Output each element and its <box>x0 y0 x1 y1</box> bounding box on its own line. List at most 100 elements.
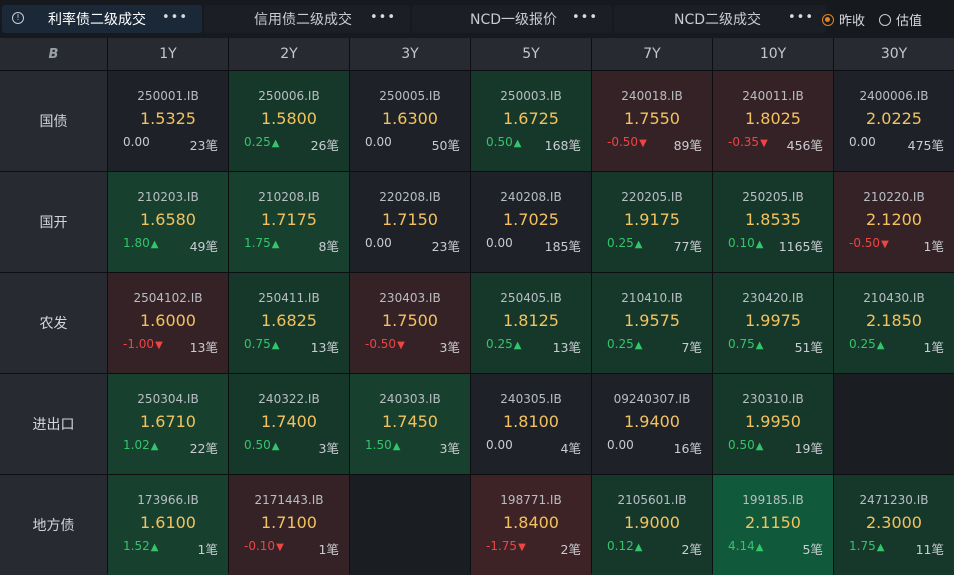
quote-cell[interactable]: 210220.IB 2.1200 -0.50▼ 1笔 <box>834 172 954 272</box>
quote-cell[interactable]: 240305.IB 1.8100 0.00 4笔 <box>471 374 591 474</box>
more-icon[interactable]: ••• <box>788 11 814 25</box>
quote-cell[interactable]: 240303.IB 1.7450 1.50▲ 3笔 <box>350 374 470 474</box>
change-text: -1.00 <box>123 337 155 351</box>
arrow-down-icon: ▼ <box>276 542 284 553</box>
quote-cell[interactable]: 250411.IB 1.6825 0.75▲ 13笔 <box>229 273 349 373</box>
yield-value: 1.6825 <box>261 311 317 330</box>
trade-count: 50笔 <box>431 138 460 153</box>
yield-value: 2.1150 <box>745 513 801 532</box>
yield-value: 1.6300 <box>382 109 438 128</box>
trade-count: 13笔 <box>310 340 339 355</box>
radio-valuation[interactable]: 估值 <box>879 10 922 29</box>
change-value: -1.75▼ <box>486 539 526 553</box>
trade-count: 11笔 <box>915 542 944 557</box>
quote-cell[interactable]: 2471230.IB 2.3000 1.75▲ 11笔 <box>834 475 954 575</box>
corner-cell: B <box>0 38 107 70</box>
quote-cell[interactable]: 230403.IB 1.7500 -0.50▼ 3笔 <box>350 273 470 373</box>
quote-cell[interactable]: 210410.IB 1.9575 0.25▲ 7笔 <box>592 273 712 373</box>
trade-count: 19笔 <box>794 441 823 456</box>
bond-code: 230403.IB <box>379 291 441 305</box>
change-text: -0.50 <box>849 236 881 250</box>
trade-count: 168笔 <box>544 138 581 153</box>
bond-code: 240305.IB <box>500 392 562 406</box>
yield-value: 1.8100 <box>503 412 559 431</box>
quote-cell[interactable]: 250405.IB 1.8125 0.25▲ 13笔 <box>471 273 591 373</box>
change-value: 0.00 <box>123 135 150 149</box>
arrow-up-icon: ▲ <box>150 441 159 452</box>
trade-count: 7笔 <box>681 340 702 355</box>
quote-cell[interactable]: 240011.IB 1.8025 -0.35▼ 456笔 <box>713 71 833 171</box>
bond-code: 230310.IB <box>742 392 804 406</box>
change-value: 1.75▲ <box>244 236 279 250</box>
quote-cell[interactable]: 220205.IB 1.9175 0.25▲ 77笔 <box>592 172 712 272</box>
radio-label: 昨收 <box>839 14 866 29</box>
trade-count: 1笔 <box>197 542 218 557</box>
arrow-up-icon: ▲ <box>271 441 280 452</box>
quote-cell[interactable]: 2400006.IB 2.0225 0.00 475笔 <box>834 71 954 171</box>
tab-bar: ! 利率债二级成交 ••• 信用债二级成交 ••• NCD一级报价 ••• NC… <box>0 0 954 38</box>
tab-label: 信用债二级成交 <box>254 12 352 28</box>
change-text: 0.10 <box>728 236 755 250</box>
yield-value: 1.5800 <box>261 109 317 128</box>
yield-value: 1.7100 <box>261 513 317 532</box>
quote-cell[interactable]: 2171443.IB 1.7100 -0.10▼ 1笔 <box>229 475 349 575</box>
quote-cell[interactable]: 198771.IB 1.8400 -1.75▼ 2笔 <box>471 475 591 575</box>
quote-cell[interactable]: 250003.IB 1.6725 0.50▲ 168笔 <box>471 71 591 171</box>
quote-cell[interactable]: 250006.IB 1.5800 0.25▲ 26笔 <box>229 71 349 171</box>
quote-cell[interactable]: 250304.IB 1.6710 1.02▲ 22笔 <box>108 374 228 474</box>
change-text: 0.00 <box>365 135 392 149</box>
bond-code: 198771.IB <box>500 493 562 507</box>
arrow-up-icon: ▲ <box>755 340 764 351</box>
quote-cell[interactable]: 230310.IB 1.9950 0.50▲ 19笔 <box>713 374 833 474</box>
quote-cell[interactable]: 240322.IB 1.7400 0.50▲ 3笔 <box>229 374 349 474</box>
yield-value: 1.9175 <box>624 210 680 229</box>
tab-ncd-secondary[interactable]: NCD二级成交 ••• <box>614 5 826 33</box>
bond-code: 2171443.IB <box>254 493 324 507</box>
empty-cell <box>350 475 470 575</box>
change-text: 0.50 <box>244 438 271 452</box>
quote-cell[interactable]: 210208.IB 1.7175 1.75▲ 8笔 <box>229 172 349 272</box>
change-value: 0.12▲ <box>607 539 642 553</box>
info-icon[interactable]: ! <box>12 12 24 24</box>
quote-cell[interactable]: 250005.IB 1.6300 0.00 50笔 <box>350 71 470 171</box>
change-text: 0.50 <box>486 135 513 149</box>
bond-code: 250411.IB <box>258 291 320 305</box>
quote-cell[interactable]: 210203.IB 1.6580 1.80▲ 49笔 <box>108 172 228 272</box>
yield-value: 1.6725 <box>503 109 559 128</box>
change-text: 4.14 <box>728 539 755 553</box>
arrow-up-icon: ▲ <box>755 542 764 553</box>
more-icon[interactable]: ••• <box>572 11 598 25</box>
quote-cell[interactable]: 173966.IB 1.6100 1.52▲ 1笔 <box>108 475 228 575</box>
quote-cell[interactable]: 250001.IB 1.5325 0.00 23笔 <box>108 71 228 171</box>
change-text: 1.75 <box>244 236 271 250</box>
quote-cell[interactable]: 2105601.IB 1.9000 0.12▲ 2笔 <box>592 475 712 575</box>
tab-rates-secondary[interactable]: ! 利率债二级成交 ••• <box>2 5 202 33</box>
quote-cell[interactable]: 220208.IB 1.7150 0.00 23笔 <box>350 172 470 272</box>
radio-prev-close[interactable]: 昨收 <box>822 10 865 29</box>
change-text: 1.02 <box>123 438 150 452</box>
tab-credit-secondary[interactable]: 信用债二级成交 ••• <box>204 5 410 33</box>
tab-ncd-primary[interactable]: NCD一级报价 ••• <box>412 5 612 33</box>
change-value: 0.00 <box>365 236 392 250</box>
quote-cell[interactable]: 199185.IB 2.1150 4.14▲ 5笔 <box>713 475 833 575</box>
quote-cell[interactable]: 210430.IB 2.1850 0.25▲ 1笔 <box>834 273 954 373</box>
quote-cell[interactable]: 240018.IB 1.7550 -0.50▼ 89笔 <box>592 71 712 171</box>
quote-cell[interactable]: 2504102.IB 1.6000 -1.00▼ 13笔 <box>108 273 228 373</box>
change-text: 0.50 <box>728 438 755 452</box>
column-header-5y: 5Y <box>471 38 591 70</box>
quote-cell[interactable]: 230420.IB 1.9975 0.75▲ 51笔 <box>713 273 833 373</box>
more-icon[interactable]: ••• <box>162 11 188 25</box>
arrow-up-icon: ▲ <box>392 441 401 452</box>
quote-cell[interactable]: 240208.IB 1.7025 0.00 185笔 <box>471 172 591 272</box>
quote-cell[interactable]: 250205.IB 1.8535 0.10▲ 1165笔 <box>713 172 833 272</box>
trade-count: 49笔 <box>189 239 218 254</box>
trade-count: 16笔 <box>673 441 702 456</box>
change-value: 0.00 <box>849 135 876 149</box>
change-value: 0.25▲ <box>607 337 642 351</box>
trade-count: 185笔 <box>544 239 581 254</box>
quote-cell[interactable]: 09240307.IB 1.9400 0.00 16笔 <box>592 374 712 474</box>
change-value: 1.52▲ <box>123 539 158 553</box>
more-icon[interactable]: ••• <box>370 11 396 25</box>
empty-cell <box>834 374 954 474</box>
change-value: 0.25▲ <box>607 236 642 250</box>
